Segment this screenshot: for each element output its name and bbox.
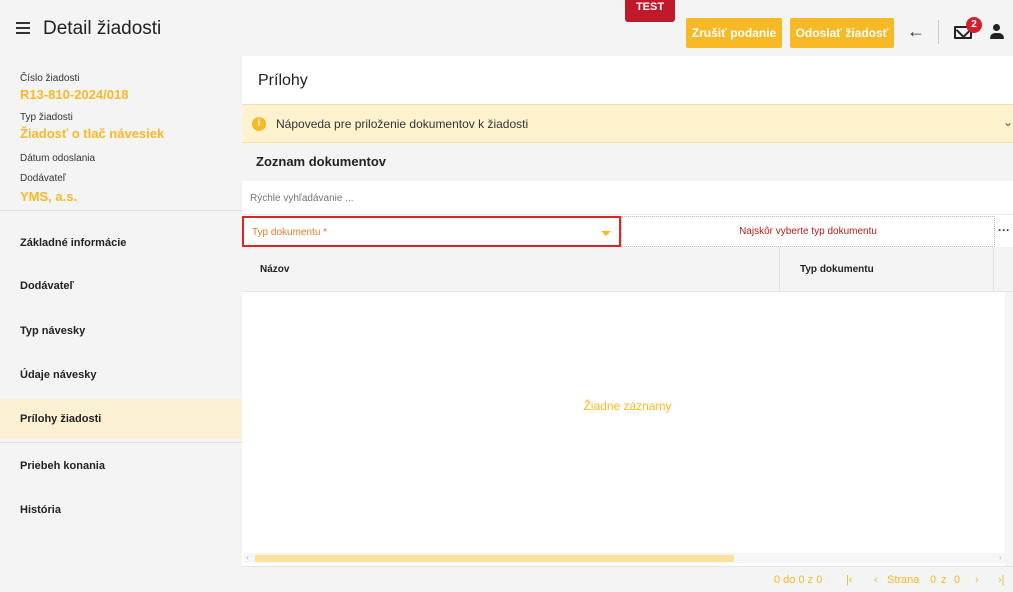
document-type-placeholder: Typ dokumentu * [252, 227, 328, 238]
first-page-icon[interactable]: |‹ [846, 574, 853, 586]
pager-of-label: z [941, 574, 947, 586]
request-number-value: R13-810-2024/018 [20, 87, 129, 102]
send-request-button[interactable]: Odoslať žiadosť [790, 18, 894, 48]
column-separator [993, 247, 994, 292]
info-icon: i [252, 117, 266, 131]
more-options-icon[interactable]: ··· [995, 216, 1013, 247]
sidebar-divider [0, 210, 242, 211]
sidebar-item-history[interactable]: História [0, 490, 242, 530]
cancel-submission-button[interactable]: Zrušiť podanie [686, 18, 782, 48]
request-type-value: Žiadosť o tlač návesiek [20, 126, 165, 141]
mail-count-badge: 2 [966, 17, 982, 33]
chevron-down-icon[interactable]: ⌄ [1003, 116, 1013, 128]
panel-title: Prílohy [258, 72, 308, 89]
pager-page-number: 0 [930, 574, 937, 586]
sidebar-item-attachments[interactable]: Prílohy žiadosti [0, 399, 242, 439]
file-upload-area[interactable]: Najskôr vyberte typ dokumentu [621, 216, 995, 247]
documents-list-title: Zoznam dokumentov [256, 154, 387, 169]
empty-state-text: Žiadne záznamy [583, 399, 672, 413]
documents-table-header: Názov Typ dokumentu [242, 247, 1013, 292]
documents-list-header: Zoznam dokumentov [242, 143, 1013, 181]
sidebar-item-procedure[interactable]: Priebeh konania [0, 446, 242, 486]
prev-page-icon[interactable]: ‹ [874, 574, 878, 586]
supplier-label: Dodávateľ [20, 173, 66, 184]
sidebar-item-basic-info[interactable]: Základné informácie [0, 223, 242, 263]
last-page-icon[interactable]: ›| [998, 574, 1005, 586]
header-divider [938, 20, 939, 44]
scroll-left-icon[interactable]: ‹ [246, 553, 249, 563]
user-icon[interactable] [990, 24, 1004, 40]
column-header-doc-type[interactable]: Typ dokumentu [800, 264, 874, 275]
help-accordion[interactable]: i Nápoveda pre priloženie dokumentov k ž… [242, 104, 1013, 143]
scroll-right-icon[interactable]: › [999, 553, 1002, 563]
hamburger-menu-icon[interactable] [16, 22, 30, 34]
column-header-name[interactable]: Názov [260, 264, 289, 275]
back-arrow-icon[interactable]: ← [907, 22, 925, 40]
column-separator [779, 247, 780, 292]
document-type-select[interactable]: Typ dokumentu * [242, 216, 621, 247]
pagination-bar: 0 do 0 z 0 |‹ ‹ Strana 0 z 0 › ›| [242, 566, 1013, 592]
upload-hint: Najskôr vyberte typ dokumentu [739, 226, 877, 237]
quick-search-bar [242, 181, 1013, 215]
quick-search-input[interactable] [250, 189, 550, 207]
app-header: Detail žiadosti TEST Zrušiť podanie Odos… [0, 0, 1013, 56]
pager-range: 0 do 0 z 0 [774, 574, 823, 586]
sidebar-item-label-data[interactable]: Údaje návesky [0, 355, 242, 395]
sidebar-item-label-type[interactable]: Typ návesky [0, 311, 242, 351]
sidebar-divider [0, 442, 242, 443]
sent-date-label: Dátum odoslania [20, 153, 96, 164]
sidebar: Číslo žiadosti R13-810-2024/018 Typ žiad… [0, 56, 242, 592]
sidebar-item-supplier[interactable]: Dodávateľ [0, 266, 242, 306]
request-number-label: Číslo žiadosti [20, 73, 80, 84]
help-text: Nápoveda pre priloženie dokumentov k žia… [276, 117, 529, 131]
horizontal-scroll-thumb[interactable] [255, 555, 734, 562]
pager-total-pages: 0 [954, 574, 961, 586]
page-title: Detail žiadosti [43, 18, 162, 39]
dropdown-arrow-icon [601, 231, 611, 236]
attachments-panel: Prílohy i Nápoveda pre priloženie dokume… [242, 56, 1013, 592]
vertical-scrollbar[interactable] [1005, 292, 1013, 567]
supplier-value: YMS, a.s. [20, 189, 78, 204]
env-badge: TEST [625, 0, 675, 22]
next-page-icon[interactable]: › [975, 574, 979, 586]
pager-page-label: Strana [887, 574, 920, 586]
request-type-label: Typ žiadosti [20, 112, 73, 123]
